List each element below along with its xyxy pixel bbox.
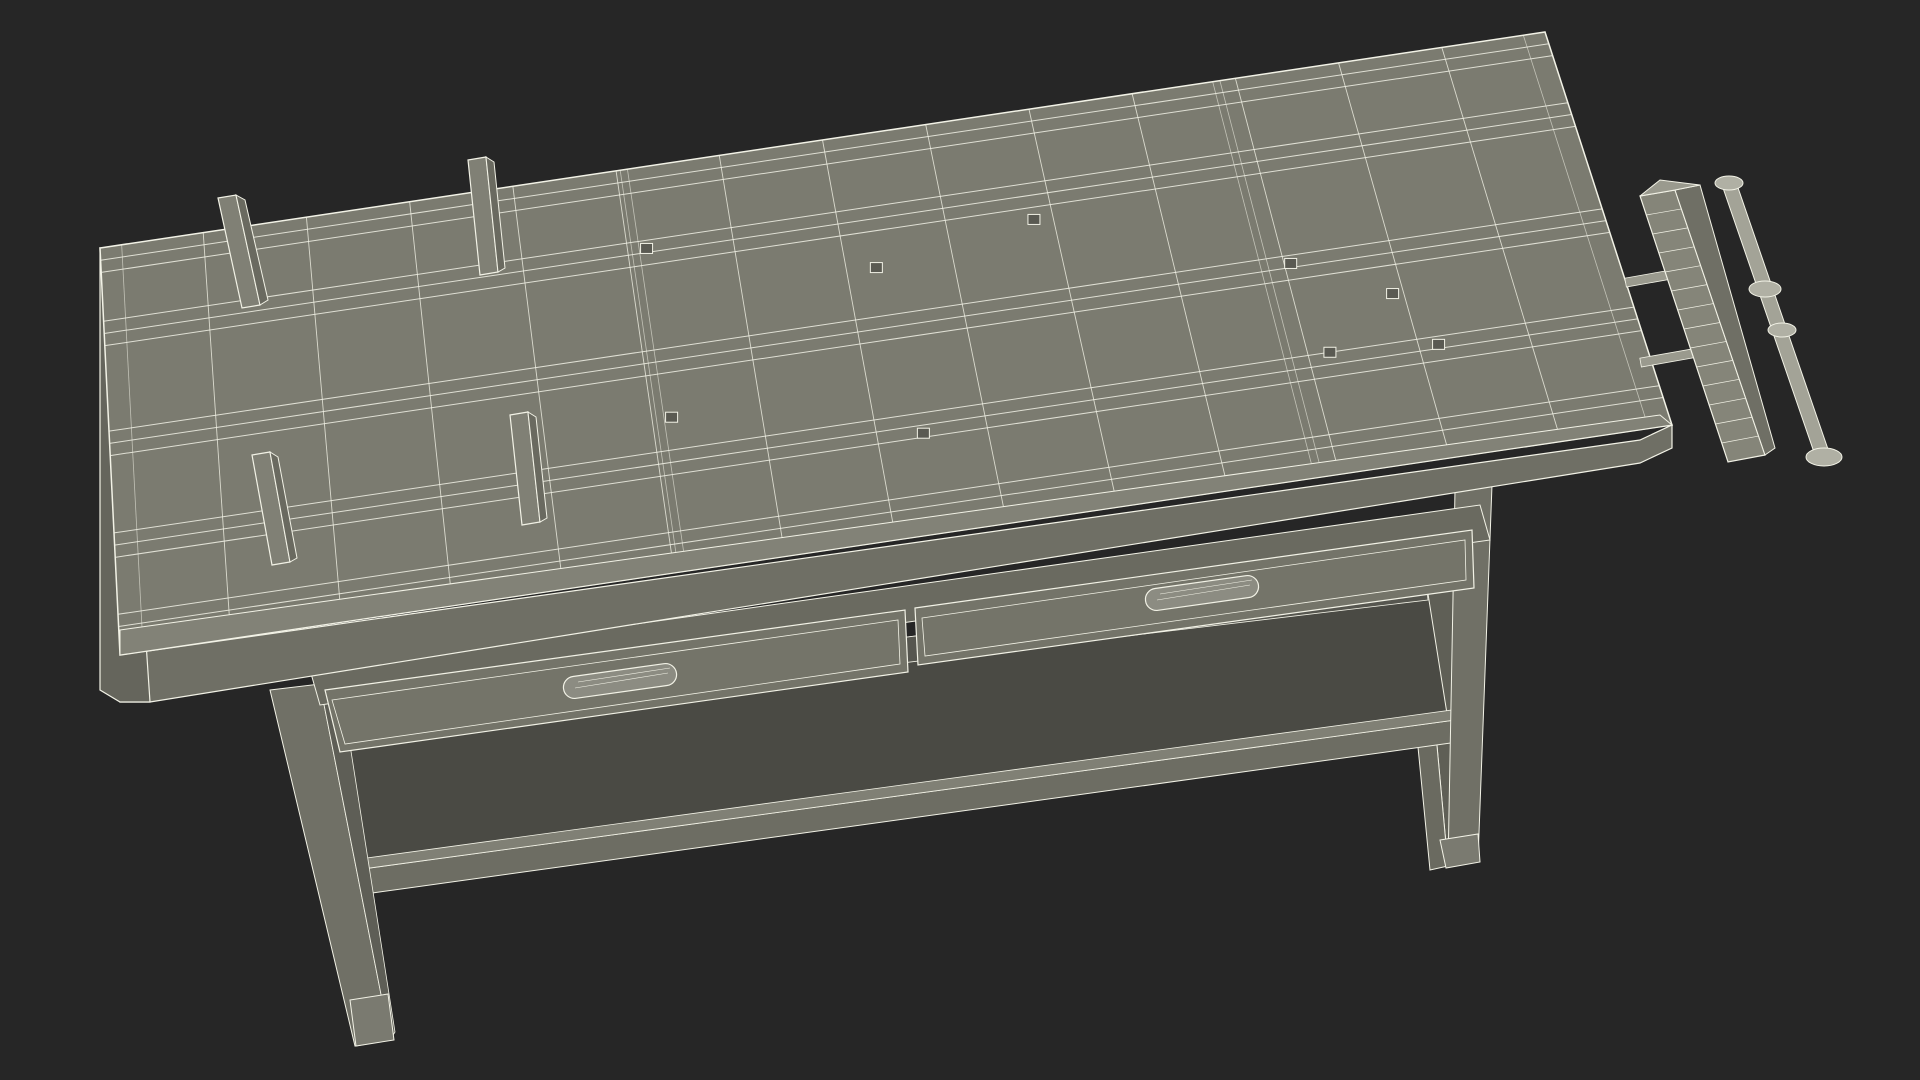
dog-hole: [1323, 346, 1337, 358]
workbench-scene: [0, 0, 1920, 1080]
dog-hole: [916, 427, 930, 439]
leg-front-right-foot: [1439, 833, 1481, 869]
dog-hole: [640, 242, 654, 254]
dog-hole: [1386, 288, 1400, 300]
render-viewport: [0, 0, 1920, 1080]
dog-hole: [665, 411, 679, 423]
leg-front-left-foot: [349, 993, 395, 1047]
dog-hole: [869, 262, 883, 274]
dog-hole: [1284, 257, 1298, 269]
dog-hole: [1432, 338, 1446, 350]
dog-hole: [1027, 213, 1041, 225]
